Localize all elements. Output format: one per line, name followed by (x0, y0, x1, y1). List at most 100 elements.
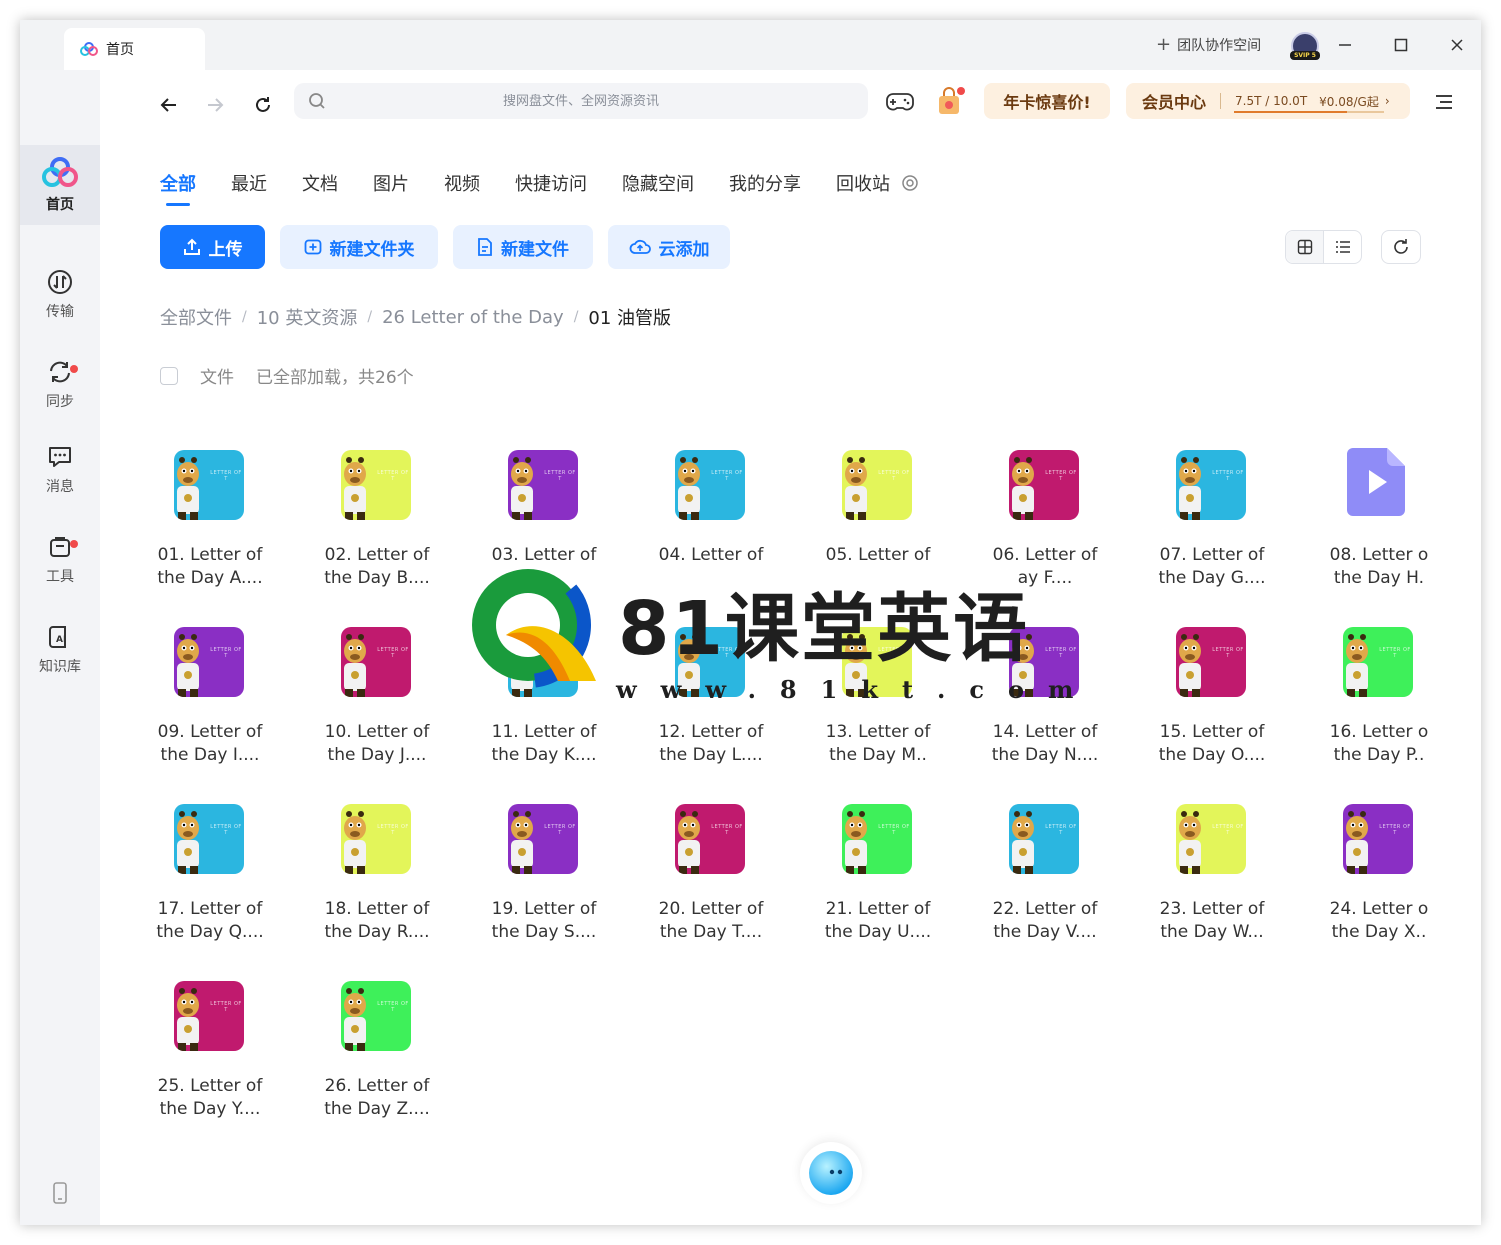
file-item[interactable]: LETTER OF T 02. Letter of the Day B.... (317, 440, 437, 610)
file-name-line: 24. Letter o (1329, 899, 1429, 919)
sidebar-item-transfer[interactable]: 传输 (20, 255, 100, 335)
file-item[interactable]: LETTER OF T 01. Letter of the Day A.... (150, 440, 270, 610)
file-item[interactable]: LETTER OF T 17. Letter of the Day Q.... (150, 794, 270, 964)
file-item[interactable]: LETTER OF T 26. Letter of the Day Z.... (317, 971, 437, 1141)
close-button[interactable] (1444, 32, 1470, 58)
upload-button[interactable]: 上传 (160, 225, 265, 269)
refresh-button[interactable] (1381, 230, 1421, 264)
app-window: 首页 + 团队协作空间 SVIP 5 首页 传输 同步 消息 工具 AI 知识库… (20, 20, 1481, 1225)
giraffe-mascot-icon (678, 811, 700, 874)
notification-dot (70, 365, 78, 373)
refresh-icon (1394, 239, 1408, 254)
new-file-button[interactable]: 新建文件 (453, 225, 593, 269)
upload-label: 上传 (208, 239, 243, 260)
file-item[interactable]: LETTER OF T 10. Letter of the Day J.... (317, 617, 437, 787)
tab-category[interactable]: 视频 (444, 170, 480, 198)
mobile-device-button[interactable] (52, 1182, 68, 1208)
file-item[interactable]: LETTER OF T 20. Letter of the Day T.... (651, 794, 771, 964)
sidebar-item-label: 同步 (46, 394, 74, 410)
minimize-button[interactable] (1332, 32, 1358, 58)
reload-button[interactable] (248, 90, 278, 120)
sidebar-item-home[interactable]: 首页 (20, 145, 100, 225)
select-all-checkbox[interactable] (160, 366, 178, 385)
search-bar[interactable] (294, 83, 868, 119)
maximize-button[interactable] (1388, 32, 1414, 58)
video-thumbnail: LETTER OF T (508, 450, 578, 520)
search-icon (309, 93, 325, 109)
giraffe-mascot-icon (177, 634, 199, 697)
file-name: 19. Letter of the Day S.... (484, 898, 604, 944)
cloud-add-button[interactable]: 云添加 (608, 225, 730, 269)
file-item[interactable]: LETTER OF T 19. Letter of the Day S.... (484, 794, 604, 964)
team-space-button[interactable]: + 团队协作空间 (1156, 34, 1261, 55)
list-view-button[interactable] (1324, 231, 1361, 263)
sidebar-item-label: 工具 (46, 569, 74, 585)
file-item[interactable]: LETTER OF T 24. Letter o the Day X.. (1319, 794, 1439, 964)
plus-icon: + (1156, 34, 1172, 55)
main-menu-button[interactable] (1430, 88, 1458, 116)
breadcrumb-item[interactable]: 01 油管版 (588, 304, 671, 330)
thumbnail-caption: LETTER OF T (1212, 470, 1244, 482)
giraffe-mascot-icon (845, 811, 867, 874)
tab-category[interactable]: 快捷访问 (515, 170, 587, 198)
file-item[interactable]: LETTER OF T 16. Letter o the Day P.. (1319, 617, 1439, 787)
back-button[interactable] (154, 90, 184, 120)
tab-category[interactable]: 图片 (373, 170, 409, 198)
video-thumbnail: LETTER OF T (1343, 804, 1413, 874)
file-name: 13. Letter of the Day M.. (818, 721, 938, 767)
sidebar-item-messages[interactable]: 消息 (20, 430, 100, 510)
sidebar-item-sync[interactable]: 同步 (20, 345, 100, 425)
tab-category[interactable]: 隐藏空间 (622, 170, 694, 198)
thumbnail-caption: LETTER OF T (878, 824, 910, 836)
file-item[interactable]: LETTER OF T 25. Letter of the Day Y.... (150, 971, 270, 1141)
file-item[interactable]: LETTER OF T 18. Letter of the Day R.... (317, 794, 437, 964)
watermark: 81课堂英语 www.81kt.com (466, 563, 1073, 713)
file-name: 17. Letter of the Day Q.... (150, 898, 270, 944)
forward-button[interactable] (200, 90, 230, 120)
assistant-mascot-icon (809, 1151, 853, 1195)
ai-assistant-button[interactable] (800, 1142, 862, 1204)
tab-category[interactable]: 最近 (231, 170, 267, 198)
video-thumbnail: LETTER OF T (842, 804, 912, 874)
file-name: 18. Letter of the Day R.... (317, 898, 437, 944)
file-item[interactable]: LETTER OF T 22. Letter of the Day V.... (985, 794, 1105, 964)
tab-category[interactable]: 回收站 (836, 170, 890, 198)
file-name-line: the Day Q.... (156, 922, 264, 942)
video-thumbnail: LETTER OF T (174, 450, 244, 520)
grid-view-button[interactable] (1286, 231, 1324, 263)
vip-level-badge: SVIP 5 (1290, 51, 1320, 60)
tab-category[interactable]: 全部 (160, 170, 196, 206)
vip-center-button[interactable]: 会员中心 7.5T / 10.0T ¥0.08/G起 › (1126, 83, 1410, 119)
search-input[interactable] (294, 93, 868, 109)
file-item[interactable]: LETTER OF T 21. Letter of the Day U.... (818, 794, 938, 964)
video-thumbnail: LETTER OF T (1009, 804, 1079, 874)
file-item[interactable]: LETTER OF T 09. Letter of the Day I.... (150, 617, 270, 787)
gift-bag-button[interactable] (934, 86, 966, 118)
file-item[interactable]: LETTER OF T 07. Letter of the Day G.... (1152, 440, 1272, 610)
sidebar-item-knowledge-base[interactable]: AI 知识库 (20, 610, 100, 690)
file-name-line: 07. Letter of (1159, 545, 1265, 565)
file-item[interactable]: 08. Letter o the Day H. (1319, 440, 1439, 610)
annual-card-promo-button[interactable]: 年卡惊喜价! (984, 83, 1110, 119)
file-name: 11. Letter of the Day K.... (484, 721, 604, 767)
tab-category[interactable]: 我的分享 (729, 170, 801, 198)
tab-category[interactable]: 文档 (302, 170, 338, 198)
file-name-line: 13. Letter of (825, 722, 931, 742)
file-name-line: 21. Letter of (825, 899, 931, 919)
breadcrumb-item[interactable]: 全部文件 (160, 304, 232, 330)
file-name-line: 01. Letter of (157, 545, 263, 565)
tab-settings-button[interactable] (900, 173, 920, 193)
breadcrumb-item[interactable]: 10 英文资源 (257, 304, 358, 330)
giraffe-mascot-icon (845, 457, 867, 520)
file-item[interactable]: LETTER OF T 23. Letter of the Day W... (1152, 794, 1272, 964)
game-center-button[interactable] (884, 86, 916, 118)
sidebar-item-tools[interactable]: 工具 (20, 520, 100, 600)
thumbnail-caption: LETTER OF T (377, 824, 409, 836)
reload-icon (256, 97, 270, 112)
tab-home[interactable]: 首页 (64, 28, 205, 70)
file-name-line: the Day V.... (993, 922, 1097, 942)
storage-quota: 7.5T / 10.0T (1235, 94, 1308, 108)
breadcrumb-item[interactable]: 26 Letter of the Day (382, 307, 564, 328)
file-item[interactable]: LETTER OF T 15. Letter of the Day O.... (1152, 617, 1272, 787)
new-folder-button[interactable]: 新建文件夹 (280, 225, 438, 269)
